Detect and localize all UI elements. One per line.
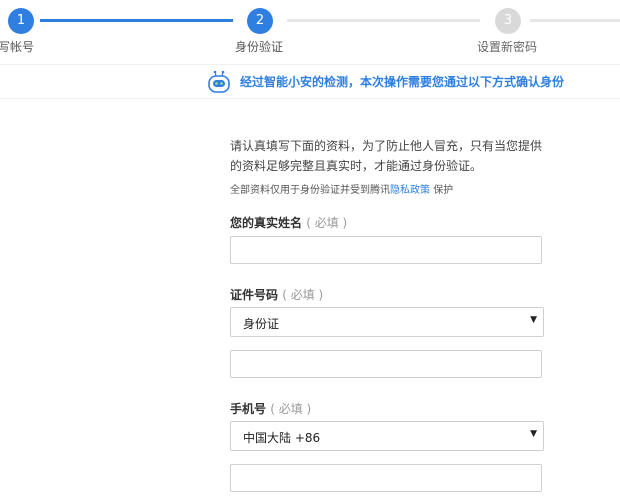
name-field-label: 您的真实姓名 ( 必填 ) (230, 214, 347, 231)
name-required-hint: ( 必填 ) (306, 216, 348, 230)
step-2-label: 身份验证 (235, 40, 284, 54)
security-notice-bar: 经过智能小安的检测，本次操作需要您通过以下方式确认身份 (0, 64, 620, 99)
step-connector-pending (530, 19, 620, 22)
phone-required-hint: ( 必填 ) (270, 402, 312, 416)
id-type-select[interactable]: 身份证 ▼ (230, 307, 544, 337)
security-notice-text: 经过智能小安的检测，本次操作需要您通过以下方式确认身份 (240, 75, 565, 89)
privacy-prefix: 全部资料仅用于身份验证并受到腾讯 (230, 185, 390, 196)
progress-steps: 1 2 3 填写帐号 身份验证 设置新密码 (0, 0, 620, 64)
phone-number-input[interactable] (230, 464, 542, 492)
real-name-input[interactable] (230, 236, 542, 264)
id-number-required-hint: ( 必填 ) (282, 288, 324, 302)
phone-region-select[interactable]: 中国大陆 +86 ▼ (230, 421, 544, 451)
step-1-label: 填写帐号 (0, 40, 35, 54)
identity-verification-page: 1 2 3 填写帐号 身份验证 设置新密码 经过智能小安的检测，本次操作需要您通… (0, 0, 620, 504)
step-3-label: 设置新密码 (477, 40, 538, 54)
step-2-badge: 2 (247, 8, 273, 34)
step-connector-done (40, 19, 233, 22)
robot-assistant-icon (208, 70, 230, 93)
name-label-text: 您的真实姓名 (230, 216, 303, 230)
dropdown-arrow-icon: ▼ (530, 315, 537, 325)
step-3-badge: 3 (495, 8, 521, 34)
privacy-note: 全部资料仅用于身份验证并受到腾讯隐私政策 保护 (230, 181, 453, 196)
step-1-badge: 1 (8, 8, 34, 34)
phone-label-text: 手机号 (230, 402, 267, 416)
id-number-input[interactable] (230, 350, 542, 378)
dropdown-arrow-icon: ▼ (530, 429, 537, 439)
phone-field-label: 手机号 ( 必填 ) (230, 400, 311, 417)
id-type-selected-value: 身份证 (243, 317, 280, 331)
step-connector-pending (287, 19, 480, 22)
phone-region-selected-value: 中国大陆 +86 (243, 431, 321, 445)
intro-text: 请认真填写下面的资料，为了防止他人冒充，只有当您提供的资料足够完整且真实时，才能… (230, 139, 543, 173)
id-number-label-text: 证件号码 (230, 288, 279, 302)
privacy-policy-link[interactable]: 隐私政策 (390, 185, 430, 196)
privacy-suffix: 保护 (433, 185, 454, 196)
id-number-field-label: 证件号码 ( 必填 ) (230, 286, 323, 303)
